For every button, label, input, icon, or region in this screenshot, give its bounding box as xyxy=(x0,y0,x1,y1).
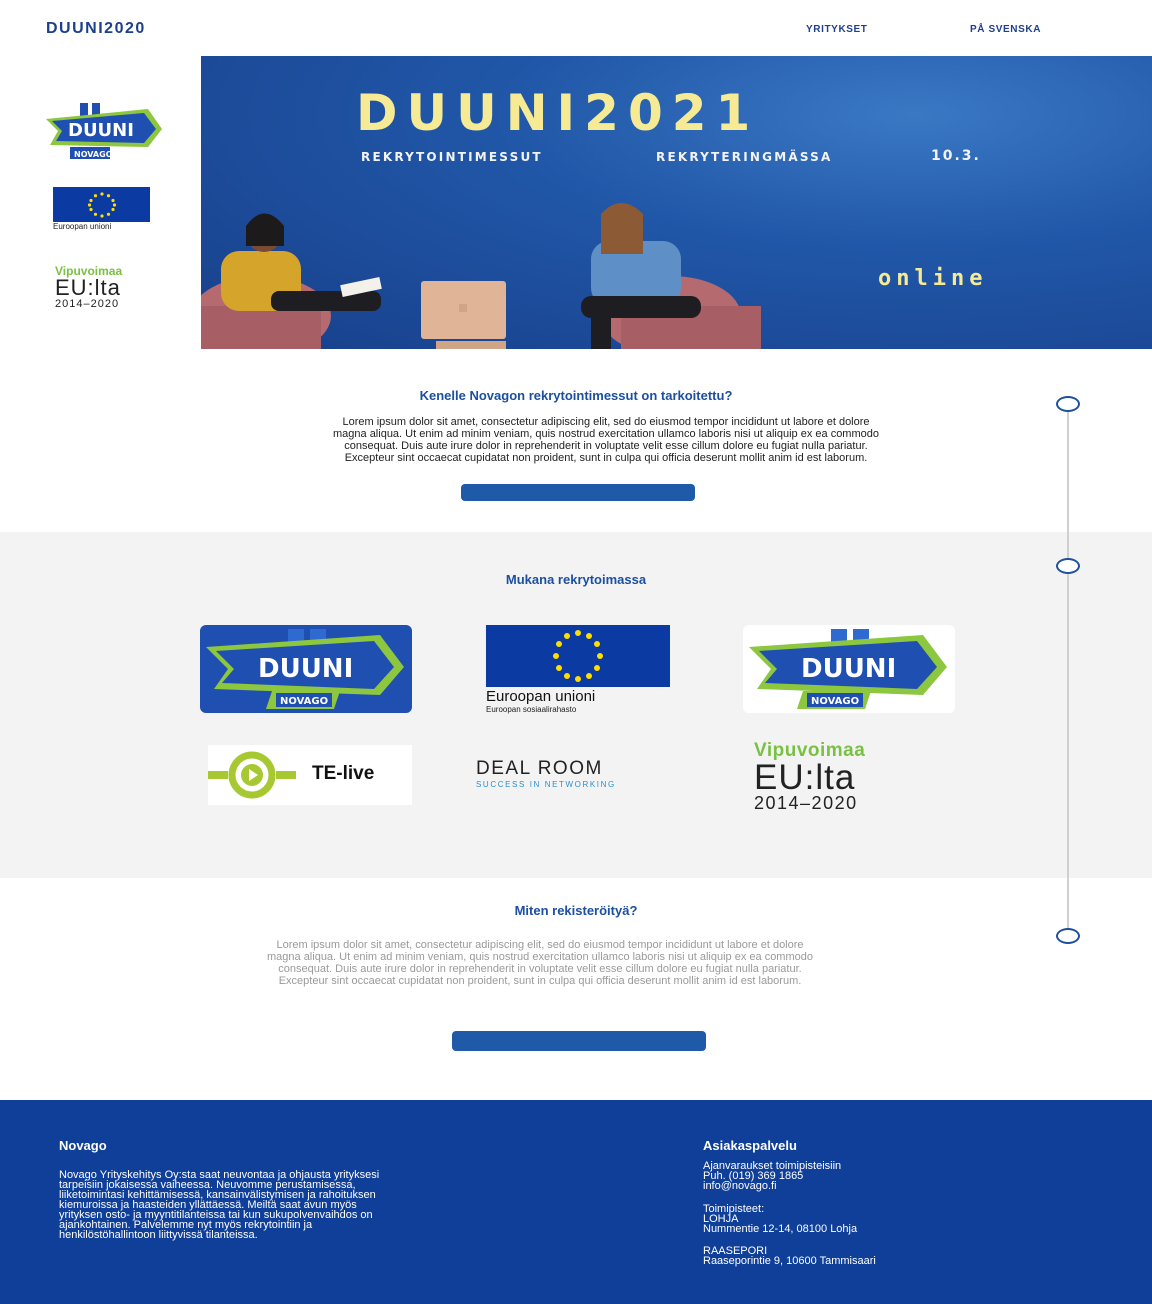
footer-novago-body: Novago Yrityskehitys Oy:sta saat neuvont… xyxy=(59,1170,379,1241)
body-line: Lorem ipsum dolor sit amet, consectetur … xyxy=(342,416,870,428)
body-line: magna aliqua. Ut enim ad minim veniam, q… xyxy=(267,951,813,963)
read-more-button[interactable] xyxy=(461,484,695,501)
footer-novago-title: Novago xyxy=(59,1138,107,1153)
footer-lohja-address: Nummentie 12-14, 08100 Lohja xyxy=(703,1223,858,1235)
eu-stars-icon xyxy=(553,630,603,682)
hero-title: DUUNI2021 xyxy=(356,84,760,142)
section-registration-body: Lorem ipsum dolor sit amet, consectetur … xyxy=(110,939,970,987)
partner-logo-dealroom[interactable]: DEAL ROOM SUCCESS IN NETWORKING xyxy=(476,758,686,798)
body-line: magna aliqua. Ut enim ad minim veniam, q… xyxy=(333,428,879,440)
duuni-logo-text: DUUNI xyxy=(801,654,896,684)
section-target-audience-body: Lorem ipsum dolor sit amet, consectetur … xyxy=(176,416,1036,464)
partner-logo-vipuvoimaa[interactable]: Vipuvoimaa EU:lta 2014–2020 xyxy=(754,740,954,820)
duuni-logo-text: DUUNI xyxy=(68,120,134,141)
dealroom-text: DEAL ROOM xyxy=(476,758,603,779)
register-button[interactable] xyxy=(452,1031,706,1051)
body-line: Lorem ipsum dolor sit amet, consectetur … xyxy=(276,939,804,951)
hero-online-label: online xyxy=(878,266,988,291)
body-line: consequat. Duis aute irure dolor in repr… xyxy=(278,963,802,975)
section-registration: Miten rekisteröityä? Lorem ipsum dolor s… xyxy=(0,878,1152,1100)
hero-subtitle-fi: REKRYTOINTIMESSUT xyxy=(361,150,543,164)
body-line: Excepteur sint occaecat cupidatat non pr… xyxy=(278,975,802,987)
duuni-novago-logo: DUUNI NOVAGO xyxy=(46,103,162,159)
partner-logo-duuni-blue[interactable]: DUUNI NOVAGO xyxy=(200,625,412,713)
footer-customer-service-title: Asiakaspalvelu xyxy=(703,1138,797,1153)
footer-raasepori: RAASEPORI Raaseporintie 9, 10600 Tammisa… xyxy=(703,1246,876,1267)
vipuvoimaa-small-eulta: EU:lta xyxy=(55,275,121,300)
section-registration-title: Miten rekisteröityä? xyxy=(514,903,638,918)
timeline-dot-1[interactable] xyxy=(1056,396,1080,412)
section-partners-title: Mukana rekrytoimassa xyxy=(505,572,647,587)
site-brand-link[interactable]: DUUNI2020 xyxy=(46,20,146,38)
hero-logo-column: DUUNI NOVAGO Euroopan unioni Vipuvoimaa xyxy=(0,56,201,349)
vipuvoimaa-small-years: 2014–2020 xyxy=(55,298,120,310)
timeline-line xyxy=(1067,404,1069,936)
timeline-dot-2[interactable] xyxy=(1056,558,1080,574)
footer-offices: Toimipisteet: LOHJA Nummentie 12-14, 081… xyxy=(703,1204,858,1235)
novago-logo-text: NOVAGO xyxy=(74,150,113,159)
body-line: consequat. Duis aute irure dolor in repr… xyxy=(344,440,868,452)
hero-date: 10.3. xyxy=(931,148,981,164)
duuni-logo-icon: DUUNI NOVAGO xyxy=(749,629,947,709)
hero-subtitle-sv: REKRYTERINGMÄSSA xyxy=(656,150,833,164)
vipuvoimaa-logo-small: Vipuvoimaa EU:lta 2014–2020 xyxy=(55,264,122,310)
novago-logo-text: NOVAGO xyxy=(811,696,859,707)
timeline-dot-3[interactable] xyxy=(1056,928,1080,944)
novago-logo-text: NOVAGO xyxy=(280,696,328,707)
te-live-text: TE-live xyxy=(312,763,375,784)
section-target-audience: Kenelle Novagon rekrytointimessut on tar… xyxy=(0,349,1152,532)
section-target-audience-title: Kenelle Novagon rekrytointimessut on tar… xyxy=(419,388,733,403)
hero-image-panel: DUUNI2021 REKRYTOINTIMESSUT REKRYTERINGM… xyxy=(201,56,1152,349)
play-icon xyxy=(208,751,296,799)
eu-fund: Euroopan sosiaalirahasto xyxy=(486,705,577,714)
footer-line: henkilöstöhallintoon liittyvissä tilante… xyxy=(59,1229,258,1241)
section-partners: Mukana rekrytoimassa DUUNI NOVAGO Euroop… xyxy=(0,532,1152,878)
eu-name: Euroopan unioni xyxy=(486,688,596,705)
vipuvoimaa-years: 2014–2020 xyxy=(754,793,858,813)
top-navigation-bar: DUUNI2020 YRITYKSET PÅ SVENSKA xyxy=(0,0,1152,56)
nav-link-yritykset[interactable]: YRITYKSET xyxy=(806,24,868,35)
body-line: Excepteur sint occaecat cupidatat non pr… xyxy=(344,452,868,464)
duuni-logo-text: DUUNI xyxy=(258,654,353,684)
partner-logo-te-live[interactable]: TE-live xyxy=(208,745,412,805)
partner-logo-duuni-white[interactable]: DUUNI NOVAGO xyxy=(743,625,955,713)
hero-photo-illustration xyxy=(201,203,761,349)
duuni-logo-icon: DUUNI NOVAGO xyxy=(206,629,404,709)
eu-logo-small: Euroopan unioni xyxy=(53,187,150,231)
hero-banner: DUUNI NOVAGO Euroopan unioni Vipuvoimaa xyxy=(0,56,1152,349)
eu-small-caption: Euroopan unioni xyxy=(53,222,112,231)
dealroom-tagline: SUCCESS IN NETWORKING xyxy=(476,780,616,789)
eu-stars-icon xyxy=(87,191,116,218)
vipuvoimaa-eulta: EU:lta xyxy=(754,758,856,797)
footer-contact: Ajanvaraukset toimipisteisiin Puh. (019)… xyxy=(703,1161,841,1192)
footer-raasepori-address: Raaseporintie 9, 10600 Tammisaari xyxy=(703,1255,876,1267)
nav-link-pa-svenska[interactable]: PÅ SVENSKA xyxy=(970,24,1041,35)
site-footer: Novago Novago Yrityskehitys Oy:sta saat … xyxy=(0,1100,1152,1304)
footer-email[interactable]: info@novago.fi xyxy=(703,1181,841,1192)
partner-logo-eu[interactable]: Euroopan unioni Euroopan sosiaalirahasto xyxy=(486,625,670,714)
